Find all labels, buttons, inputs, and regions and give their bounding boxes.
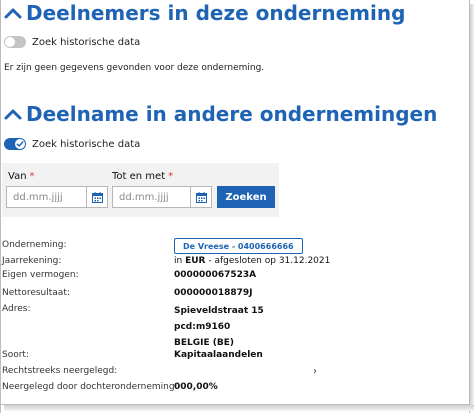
calendar-icon — [195, 191, 207, 203]
empty-message: Er zijn geen gegevens gevonden voor deze… — [4, 63, 265, 73]
required-mark: * — [29, 171, 35, 182]
jaarrekening-date: 31.12.2021 — [278, 256, 331, 266]
to-calendar-button[interactable] — [190, 187, 211, 207]
adres-line-3: BELGIE (BE) — [174, 338, 234, 348]
detail-row-dochteronderneming: Neergelegd door dochteronderneming: 000,… — [0, 382, 474, 394]
nettoresultaat-value: 000000018879J — [174, 288, 253, 298]
detail-row-onderneming: Onderneming: De Vreese - 0400666666 — [0, 238, 474, 254]
section-title: Deelnemers in deze onderneming — [26, 1, 406, 25]
eigen-vermogen-value: 000000067523A — [174, 270, 257, 280]
toggle-label: Zoek historische data — [32, 138, 141, 150]
toggle-label: Zoek historische data — [32, 36, 141, 48]
section-heading-deelnemers[interactable]: Deelnemers in deze onderneming — [2, 1, 405, 25]
nettoresultaat-label: Nettoresultaat: — [2, 288, 70, 298]
jaarrekening-value: in EUR - afgesloten op 31.12.2021 — [174, 256, 330, 266]
required-mark: * — [168, 171, 174, 182]
dochter-label: Neergelegd door dochteronderneming: — [2, 382, 178, 392]
calendar-icon — [91, 191, 103, 203]
jaarrekening-suffix: - afgesloten op — [208, 256, 276, 266]
soort-label: Soort: — [2, 350, 29, 360]
section-title: Deelname in andere ondernemingen — [26, 102, 438, 126]
rechtstreeks-label: Rechtstreeks neergelegd: — [2, 366, 118, 376]
dochter-value: 000,00% — [174, 382, 218, 392]
from-date-field — [6, 186, 108, 208]
detail-row-jaarrekening: Jaarrekening: in EUR - afgesloten op 31.… — [0, 256, 474, 268]
from-label: Van * — [8, 171, 35, 182]
toggle-knob — [5, 37, 15, 47]
detail-row-rechtstreeks[interactable]: Rechtstreeks neergelegd: › — [0, 366, 474, 378]
from-date-input[interactable] — [7, 191, 71, 203]
eigen-vermogen-label: Eigen vermogen: — [2, 270, 79, 280]
section-heading-deelname[interactable]: Deelname in andere ondernemingen — [2, 102, 437, 126]
company-link[interactable]: De Vreese - 0400666666 — [174, 238, 303, 254]
to-date-field — [112, 186, 212, 208]
check-icon — [16, 141, 24, 147]
adres-line-2: pcd:m9160 — [174, 322, 231, 332]
historical-toggle-row: Zoek historische data — [4, 36, 140, 48]
chevron-up-icon — [4, 8, 22, 19]
jaarrekening-prefix: in — [174, 256, 183, 266]
historical-data-toggle[interactable] — [4, 36, 26, 48]
date-filter-panel: Van * Tot en met * dd.mm.jjjj dd.mm.jjjj… — [2, 163, 279, 217]
jaarrekening-label: Jaarrekening: — [2, 256, 62, 266]
detail-row-adres: Adres: Spieveldstraat 15 pcd:m9160 BELGI… — [0, 304, 474, 348]
onderneming-label: Onderneming: — [2, 240, 67, 250]
frame-shadow-bottom — [4, 405, 474, 411]
chevron-up-icon — [4, 109, 22, 120]
historical-toggle-row: Zoek historische data — [4, 138, 140, 150]
detail-row-eigen-vermogen: Eigen vermogen: 000000067523A — [0, 270, 474, 282]
to-label: Tot en met * — [112, 171, 173, 182]
soort-value: Kapitaalaandelen — [174, 350, 263, 360]
to-label-text: Tot en met — [112, 171, 166, 182]
adres-label: Adres: — [2, 304, 31, 314]
search-button[interactable]: Zoeken — [217, 186, 275, 208]
adres-line-1: Spieveldstraat 15 — [174, 306, 264, 316]
from-calendar-button[interactable] — [86, 187, 107, 207]
chevron-right-icon[interactable]: › — [313, 366, 317, 377]
toggle-knob — [15, 139, 25, 149]
to-date-input[interactable] — [113, 191, 177, 203]
from-label-text: Van — [8, 171, 27, 182]
frame-shadow-right — [470, 4, 474, 409]
detail-row-soort: Soort: Kapitaalaandelen — [0, 350, 474, 362]
detail-row-nettoresultaat: Nettoresultaat: 000000018879J — [0, 288, 474, 300]
historical-data-toggle[interactable] — [4, 138, 26, 150]
jaarrekening-currency: EUR — [185, 256, 206, 266]
